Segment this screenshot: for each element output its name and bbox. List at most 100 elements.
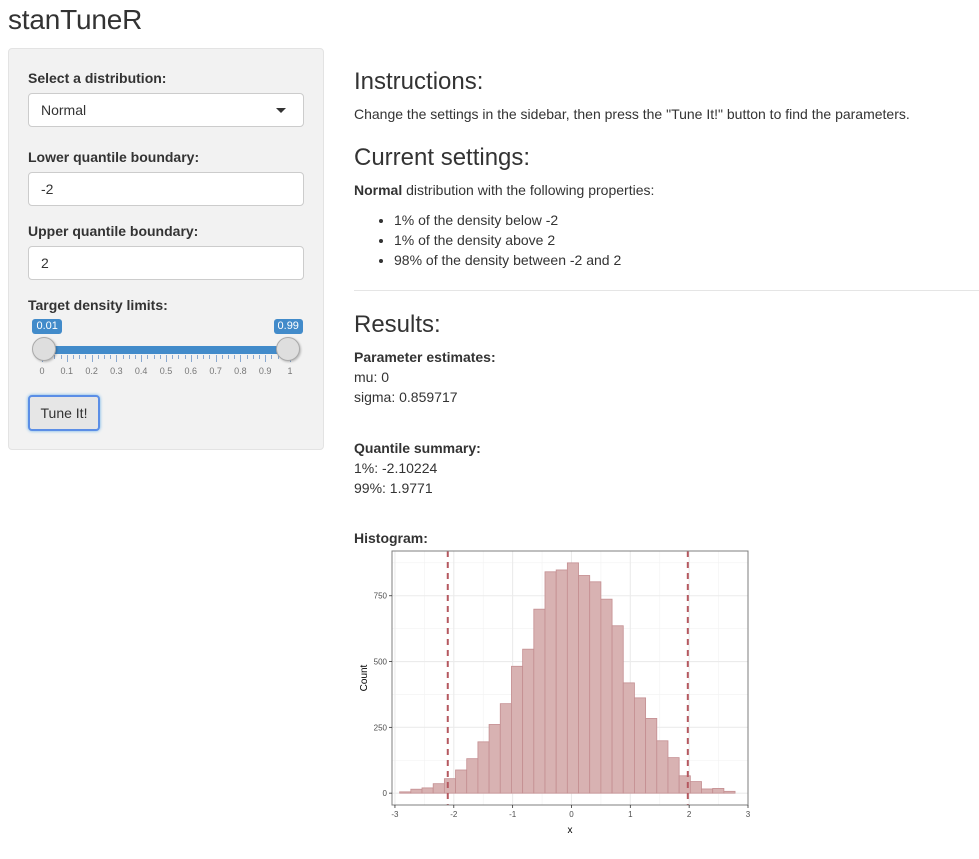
- slider-tick: [91, 355, 93, 362]
- histogram-bar: [477, 741, 490, 794]
- histogram-bar: [634, 697, 647, 794]
- histogram-bar: [499, 703, 512, 794]
- histogram-bar: [410, 788, 423, 794]
- histogram-bar: [455, 769, 468, 794]
- histogram-bar: [656, 740, 669, 794]
- instructions-heading: Instructions:: [354, 68, 484, 95]
- slider-tick: [153, 355, 155, 359]
- param-sigma: sigma: 0.859717: [354, 389, 458, 405]
- app-title: stanTuneR: [8, 4, 143, 35]
- quantile-lower: 1%: -2.10224: [354, 460, 438, 476]
- slider-tick: [110, 355, 112, 359]
- sidebar-panel: Select a distribution: Normal Lower quan…: [8, 48, 324, 450]
- upper-boundary-label: Upper quantile boundary:: [28, 223, 199, 239]
- slider-tick: [234, 355, 236, 359]
- slider-tick: [128, 355, 130, 359]
- histogram-bar: [578, 575, 591, 794]
- histogram-bar: [432, 783, 445, 794]
- histogram-bar: [645, 718, 658, 794]
- x-tick-label: 0: [569, 810, 574, 819]
- slider-tick-label: 0.7: [209, 366, 222, 376]
- settings-list-item: 1% of the density above 2: [394, 230, 621, 250]
- slider-tick-label: 0.8: [234, 366, 247, 376]
- slider-tick: [190, 355, 192, 362]
- distribution-select[interactable]: Normal: [28, 93, 304, 127]
- slider-tick: [259, 355, 260, 359]
- slider-tick: [116, 355, 118, 362]
- histogram-svg: -3 -2 -1 0 1 2 3 0 250 500 750 x Count: [359, 550, 751, 836]
- slider-tick: [73, 355, 74, 359]
- slider-tick: [246, 355, 248, 359]
- x-tick-label: 3: [746, 810, 751, 819]
- quantile-upper: 99%: 1.9771: [354, 480, 433, 496]
- histogram-bar: [611, 625, 624, 794]
- slider-selected-range: [44, 346, 288, 354]
- histogram-bar: [589, 581, 602, 794]
- slider-low-handle[interactable]: [32, 337, 57, 361]
- parameter-estimates-heading: Parameter estimates:: [354, 349, 496, 365]
- chevron-down-icon: [276, 108, 286, 113]
- histogram-bar: [511, 665, 524, 794]
- histogram-bar: [566, 562, 579, 794]
- settings-list-item: 98% of the density between -2 and 2: [394, 250, 621, 270]
- upper-boundary-input[interactable]: [28, 246, 304, 280]
- slider-tick: [147, 355, 149, 359]
- slider-tick: [265, 355, 267, 362]
- histogram-bar: [522, 648, 535, 794]
- y-tick-label: 750: [374, 592, 388, 601]
- histogram-bar: [667, 757, 680, 794]
- slider-tick: [122, 355, 124, 359]
- histogram-bar: [723, 790, 736, 794]
- current-settings-heading: Current settings:: [354, 144, 531, 171]
- slider-tick: [203, 355, 205, 359]
- slider-tick: [209, 355, 211, 359]
- slider-tick: [79, 355, 81, 359]
- lower-boundary-label: Lower quantile boundary:: [28, 149, 200, 165]
- density-range-slider[interactable]: 0.01 0.99 0 0.1 0.2 0.3 0.4 0.5 0.6 0.7 0.8 0.9 1: [28, 319, 304, 379]
- slider-tick: [178, 355, 180, 359]
- slider-tick: [252, 355, 254, 359]
- instructions-text: Change the settings in the sidebar, then…: [354, 106, 910, 122]
- lower-boundary-input[interactable]: [28, 172, 304, 206]
- slider-tick-label: 0.9: [258, 366, 272, 376]
- histogram-bar: [533, 608, 546, 794]
- current-settings-intro: Normal distribution with the following p…: [354, 182, 654, 198]
- slider-tick-label: 0: [39, 366, 45, 376]
- slider-tick: [60, 355, 62, 359]
- results-heading: Results:: [354, 311, 441, 338]
- x-tick-label: 1: [628, 810, 633, 819]
- histogram-bar: [712, 788, 725, 794]
- slider-tick: [166, 355, 167, 362]
- param-mu: mu: 0: [354, 369, 390, 385]
- slider-tick-label: 0.1: [60, 366, 74, 376]
- y-axis-title: Count: [359, 664, 370, 691]
- slider-tick: [172, 355, 174, 359]
- slider-tick: [104, 355, 105, 359]
- slider-tick-label: 0.6: [184, 366, 198, 376]
- slider-tick-label: 0.4: [134, 366, 148, 376]
- density-limits-label: Target density limits:: [28, 297, 168, 313]
- slider-tick: [271, 355, 273, 359]
- slider-high-value-badge: 0.99: [273, 319, 303, 334]
- histogram-bar: [600, 598, 613, 794]
- slider-high-handle[interactable]: [275, 337, 300, 361]
- histogram-bar: [622, 682, 635, 794]
- slider-low-value-badge: 0.01: [32, 319, 62, 334]
- histogram-bar: [544, 571, 557, 794]
- tune-it-button[interactable]: Tune It!: [28, 395, 100, 431]
- slider-tick: [159, 355, 161, 359]
- histogram-chart: -3 -2 -1 0 1 2 3 0 250 500 750 x Count: [354, 545, 754, 845]
- y-tick-label: 500: [374, 658, 388, 667]
- settings-list-item: 1% of the density below -2: [394, 210, 621, 230]
- x-tick-label: 2: [687, 810, 692, 819]
- distribution-intro-text: distribution with the following properti…: [402, 182, 655, 198]
- slider-tick: [66, 355, 68, 362]
- histogram-bar: [689, 781, 702, 794]
- histogram-bar: [399, 791, 412, 794]
- slider-tick: [141, 355, 143, 362]
- slider-tick: [221, 355, 223, 359]
- histogram-bar: [701, 788, 714, 794]
- x-tick-label: -1: [509, 810, 517, 819]
- slider-tick: [184, 355, 186, 359]
- slider-tick: [240, 355, 242, 362]
